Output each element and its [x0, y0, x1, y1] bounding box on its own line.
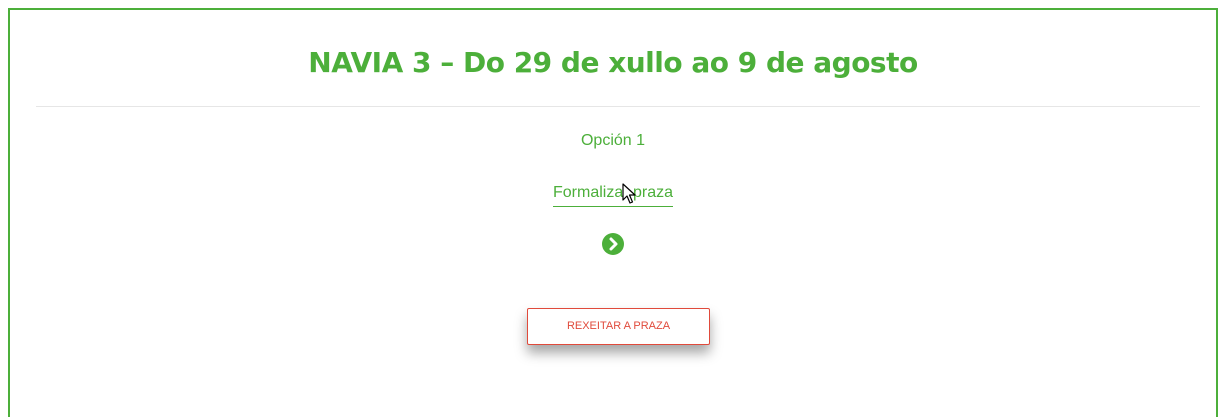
formalize-link-container: Formalizar praza	[10, 184, 1216, 207]
reject-place-button[interactable]: REXEITAR A PRAZA	[527, 308, 710, 345]
chevron-right-circle-icon[interactable]	[601, 232, 625, 256]
title-divider	[36, 106, 1200, 107]
formalize-place-link[interactable]: Formalizar praza	[552, 184, 674, 207]
offer-panel: NAVIA 3 – Do 29 de xullo ao 9 de agosto …	[8, 8, 1218, 417]
page-title: NAVIA 3 – Do 29 de xullo ao 9 de agosto	[308, 46, 918, 79]
next-icon-container	[10, 232, 1216, 256]
option-label: Opción 1	[580, 132, 646, 149]
